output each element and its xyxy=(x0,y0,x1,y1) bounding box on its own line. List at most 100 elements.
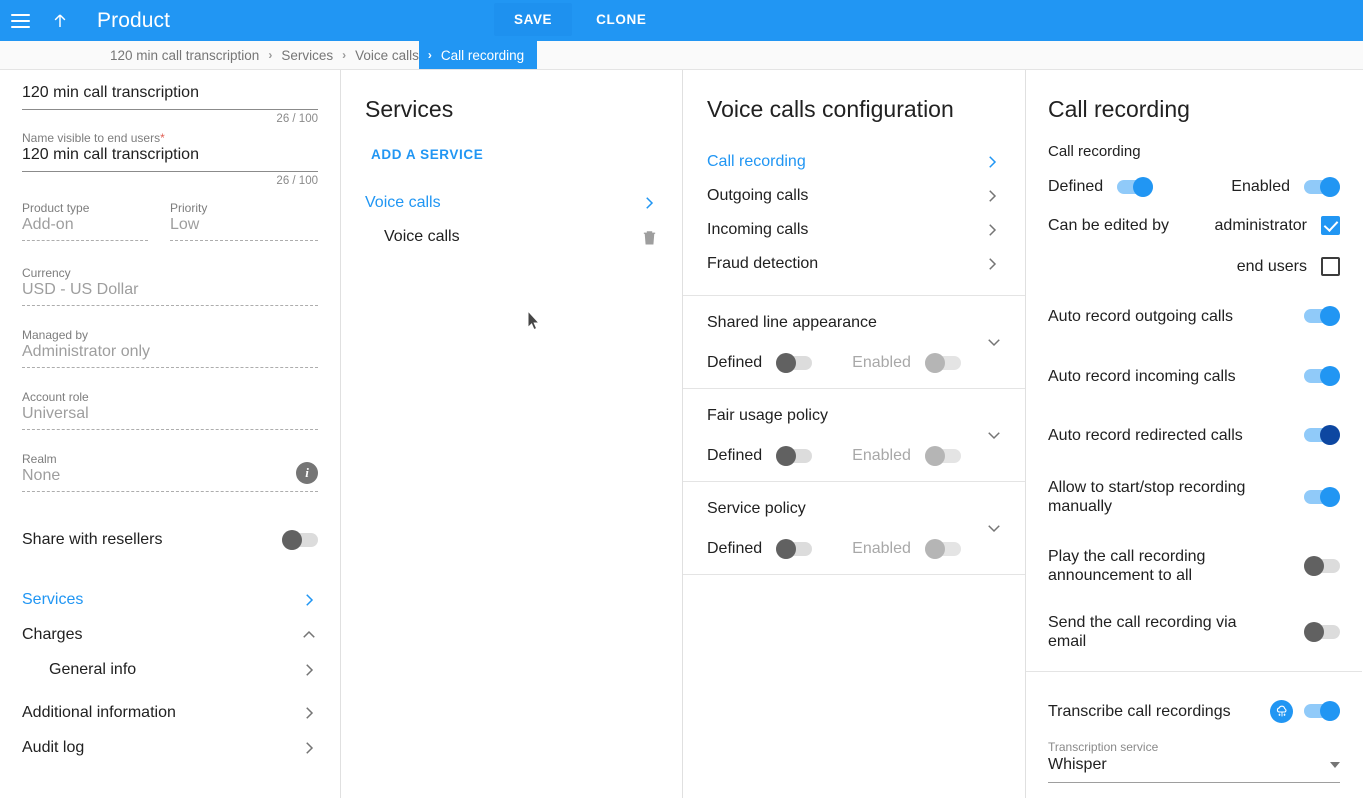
administrator-checkbox[interactable] xyxy=(1321,216,1340,235)
service-item-voice-calls[interactable]: Voice calls xyxy=(341,220,682,254)
nav-item-label: Audit log xyxy=(22,738,85,756)
top-app-bar: Product SAVE CLONE xyxy=(0,0,1363,41)
managed-by-field[interactable]: Managed by Administrator only xyxy=(22,328,318,368)
product-name-field[interactable]: 120 min call transcription 26 / 100 xyxy=(22,84,318,125)
chevron-down-icon[interactable] xyxy=(985,426,1003,444)
enabled-toggle[interactable] xyxy=(924,353,961,373)
option-label: Auto record incoming calls xyxy=(1048,367,1236,385)
config-block-toggles: Defined Enabled xyxy=(707,446,1001,466)
chevron-right-icon xyxy=(306,741,314,754)
breadcrumb-item-voice-calls[interactable]: › Voice calls xyxy=(333,41,419,69)
service-item-label: Voice calls xyxy=(384,228,460,245)
config-block-toggles: Defined Enabled xyxy=(707,539,1001,559)
info-icon[interactable]: i xyxy=(296,462,318,484)
end-users-row: end users xyxy=(1026,257,1362,276)
chevron-down-icon[interactable] xyxy=(985,333,1003,351)
realm-field[interactable]: Realm None i xyxy=(22,452,318,492)
transcribe-toggle[interactable] xyxy=(1304,701,1340,721)
config-block-toggles: Defined Enabled xyxy=(707,353,1001,373)
menu-button[interactable] xyxy=(0,1,40,41)
nav-item-label: General info xyxy=(49,660,137,678)
defined-toggle[interactable] xyxy=(1117,177,1154,197)
visible-name-field[interactable]: Name visible to end users* 120 min call … xyxy=(22,131,318,187)
nav-item-label: Services xyxy=(22,590,84,608)
chevron-right-icon: › xyxy=(268,48,273,62)
option-toggle[interactable] xyxy=(1304,306,1340,326)
clone-button[interactable]: CLONE xyxy=(580,3,662,36)
defined-label: Defined xyxy=(707,447,763,464)
currency-field[interactable]: Currency USD - US Dollar xyxy=(22,266,318,306)
option-toggle[interactable] xyxy=(1304,366,1340,386)
app-root: Product SAVE CLONE 120 min call transcri… xyxy=(0,0,1363,798)
currency-label: Currency xyxy=(22,266,71,280)
priority-field[interactable]: Priority Low xyxy=(170,201,318,241)
defined-toggle[interactable] xyxy=(776,539,813,559)
enabled-toggle[interactable] xyxy=(1304,177,1340,197)
product-type-label: Product type xyxy=(22,201,90,215)
cloud-transcribe-icon[interactable] xyxy=(1270,699,1293,723)
config-block-service-policy: Service policy Defined Enabled xyxy=(683,481,1025,574)
config-item-label: Incoming calls xyxy=(707,221,809,238)
currency-value: USD - US Dollar xyxy=(22,281,318,306)
option-auto-record-outgoing-calls: Auto record outgoing calls xyxy=(1026,301,1362,331)
enabled-toggle[interactable] xyxy=(924,539,961,559)
trash-icon[interactable] xyxy=(641,228,658,247)
option-control xyxy=(1304,556,1340,576)
option-label: Allow to start/stop recording manually xyxy=(1048,479,1246,515)
option-toggle[interactable] xyxy=(1304,556,1340,576)
enabled-label: Enabled xyxy=(852,354,911,371)
enabled-label: Enabled xyxy=(1231,178,1290,195)
call-recording-subtitle: Call recording xyxy=(1048,143,1141,160)
option-toggle[interactable] xyxy=(1304,622,1340,642)
option-toggle[interactable] xyxy=(1304,487,1340,507)
nav-item-services[interactable]: Services xyxy=(22,582,318,617)
chevron-down-icon[interactable] xyxy=(985,519,1003,537)
defined-label: Defined xyxy=(707,354,763,371)
share-with-resellers-toggle[interactable] xyxy=(282,530,318,550)
arrow-up-icon xyxy=(54,13,66,27)
config-item-outgoing-calls[interactable]: Outgoing calls xyxy=(683,179,1025,213)
option-auto-record-redirected-calls: Auto record redirected calls xyxy=(1026,420,1362,450)
services-panel: Services ADD A SERVICE Voice calls Voice… xyxy=(341,70,683,798)
product-type-value: Add-on xyxy=(22,216,148,241)
transcription-service-value: Whisper xyxy=(1048,756,1107,773)
config-item-call-recording[interactable]: Call recording xyxy=(683,145,1025,179)
transcription-service-field[interactable]: Transcription service Whisper xyxy=(1026,740,1362,783)
call-recording-panel: Call recording Call recording Defined En… xyxy=(1026,70,1362,798)
option-control xyxy=(1304,622,1340,642)
breadcrumb-item-services[interactable]: › Services xyxy=(259,41,333,69)
chevron-right-icon xyxy=(306,593,314,606)
breadcrumb-label: Call recording xyxy=(440,47,525,63)
nav-item-general-info[interactable]: General info xyxy=(22,652,318,687)
save-button[interactable]: SAVE xyxy=(494,3,573,36)
chevron-right-icon: › xyxy=(427,48,432,62)
config-item-incoming-calls[interactable]: Incoming calls xyxy=(683,213,1025,247)
config-item-fraud-detection[interactable]: Fraud detection xyxy=(683,247,1025,281)
end-users-checkbox[interactable] xyxy=(1321,257,1340,276)
nav-item-additional-information[interactable]: Additional information xyxy=(22,695,318,730)
breadcrumb-label: Voice calls xyxy=(355,47,419,63)
product-type-field[interactable]: Product type Add-on xyxy=(22,201,170,241)
nav-item-audit-log[interactable]: Audit log xyxy=(22,730,318,765)
transcription-service-select[interactable]: Whisper xyxy=(1048,756,1340,783)
nav-item-charges[interactable]: Charges xyxy=(22,617,318,652)
enabled-label: Enabled xyxy=(852,447,911,464)
visible-name-counter: 26 / 100 xyxy=(276,175,318,187)
add-a-service-button[interactable]: ADD A SERVICE xyxy=(341,147,682,162)
service-group-voice-calls[interactable]: Voice calls xyxy=(341,186,682,220)
option-allow-manual-recording: Allow to start/stop recording manually xyxy=(1026,478,1362,516)
breadcrumb-item-call-recording[interactable]: › Call recording xyxy=(418,41,538,69)
option-control xyxy=(1270,699,1340,723)
account-role-field[interactable]: Account role Universal xyxy=(22,390,318,430)
navigate-up-button[interactable] xyxy=(40,1,80,41)
can-be-edited-by-label: Can be edited by xyxy=(1048,216,1169,234)
option-toggle[interactable] xyxy=(1304,425,1340,445)
product-name-value: 120 min call transcription xyxy=(22,84,318,110)
call-recording-state-row: Defined Enabled xyxy=(1026,177,1362,197)
product-panel: 120 min call transcription 26 / 100 Name… xyxy=(0,70,341,798)
defined-toggle[interactable] xyxy=(776,446,813,466)
enabled-toggle[interactable] xyxy=(924,446,961,466)
chevron-right-icon xyxy=(306,663,314,676)
defined-toggle[interactable] xyxy=(776,353,813,373)
breadcrumb-item-product[interactable]: 120 min call transcription xyxy=(110,41,259,69)
